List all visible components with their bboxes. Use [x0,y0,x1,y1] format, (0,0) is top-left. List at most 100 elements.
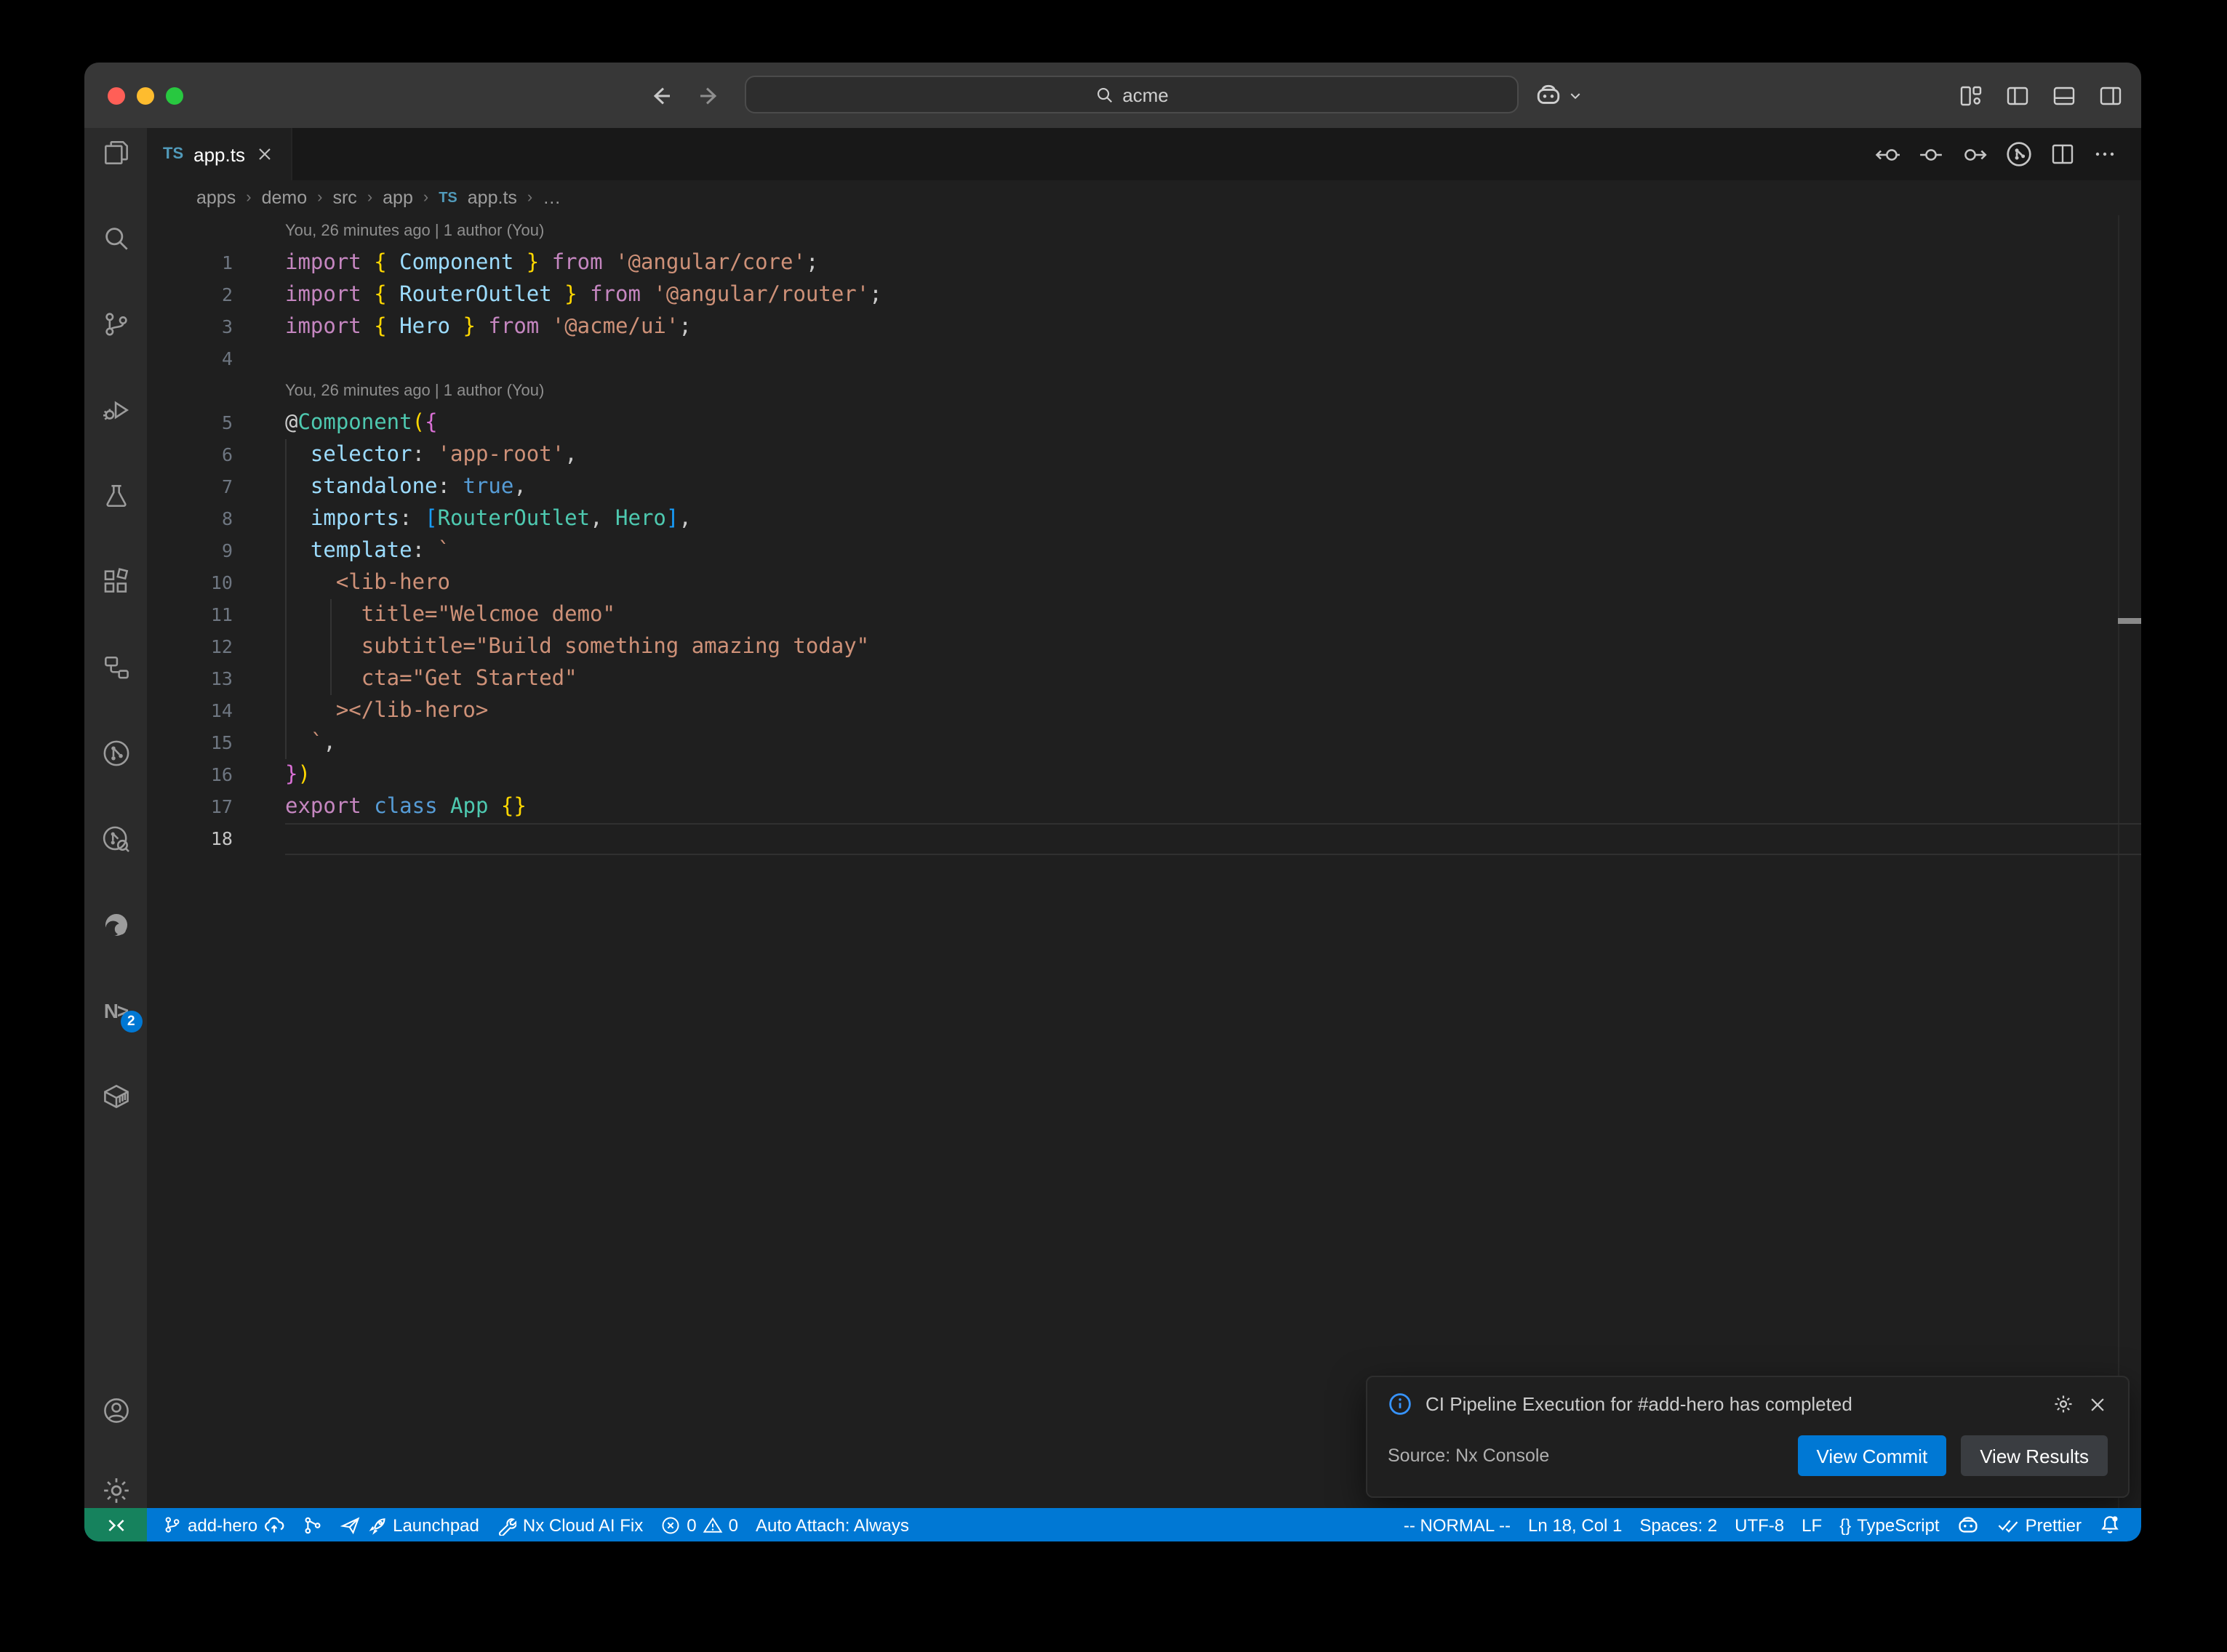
code-line[interactable]: 15 `, [147,727,2141,759]
sidebar-item-commit-search[interactable] [84,813,147,865]
zoom-window-button[interactable] [166,87,183,104]
code-text: @Component({ [233,407,438,439]
next-commit-icon[interactable] [1962,142,1987,167]
code-line[interactable]: 12 subtitle="Build something amazing tod… [147,631,2141,663]
history-nav [649,63,721,128]
gitlens-graph-icon[interactable] [2006,141,2032,167]
breadcrumb-item[interactable]: … [543,188,561,208]
sidebar-item-edge-tools[interactable] [84,899,147,951]
code-line[interactable]: 1import { Component } from '@angular/cor… [147,247,2141,279]
sidebar-item-source-control[interactable] [84,298,147,350]
sidebar-item-testing[interactable] [84,470,147,522]
sidebar-item-search[interactable] [84,212,147,265]
nx-cloud-status-item[interactable]: Nx Cloud AI Fix [488,1515,652,1535]
back-icon[interactable] [649,84,672,107]
previous-commit-icon[interactable] [1875,142,1900,167]
eol-status-item[interactable]: LF [1793,1515,1831,1535]
branch-name: add-hero [188,1515,257,1535]
remote-icon [105,1515,126,1535]
code-text: title="Welcmoe demo" [233,599,615,631]
code-line[interactable]: 3import { Hero } from '@acme/ui'; [147,311,2141,343]
code-line[interactable]: 8 imports: [RouterOutlet, Hero], [147,503,2141,535]
more-actions-icon[interactable] [2093,143,2116,166]
toggle-sidebar-right-icon[interactable] [2099,84,2122,107]
code-line[interactable]: 7 standalone: true, [147,471,2141,503]
sidebar-item-containers[interactable] [84,1070,147,1123]
cloud-upload-icon [263,1514,285,1536]
breadcrumb-separator: › [246,189,251,206]
code-line[interactable]: 16}) [147,759,2141,791]
indentation-status-item[interactable]: Spaces: 2 [1631,1515,1726,1535]
sidebar-item-explorer[interactable] [84,127,147,179]
blame-text: You, 26 minutes ago | 1 author (You) [233,215,544,247]
code-line[interactable]: 14 ></lib-hero> [147,695,2141,727]
code-text: import { Hero } from '@acme/ui'; [233,311,692,343]
split-editor-icon[interactable] [2051,143,2074,166]
activity-bar: N>2 [84,128,147,1508]
code-line[interactable]: 4 [147,343,2141,375]
vim-mode-status-item[interactable]: -- NORMAL -- [1395,1515,1519,1535]
copilot-menu[interactable] [1535,63,1583,128]
close-window-button[interactable] [108,87,125,104]
view-commit-button[interactable]: View Commit [1798,1435,1947,1476]
git-graph-icon [303,1515,323,1535]
beaker-icon [100,480,132,512]
prettier-status-item[interactable]: Prettier [1989,1514,2090,1536]
line-number: 7 [147,471,233,503]
sidebar-item-hierarchy[interactable] [84,641,147,694]
breadcrumb-item[interactable]: demo [262,188,308,208]
copilot-status-item[interactable] [1948,1513,1989,1536]
problems-status-item[interactable]: 0 0 [652,1515,747,1535]
cursor-position-status-item[interactable]: Ln 18, Col 1 [1519,1515,1631,1535]
code-line[interactable]: 11 title="Welcmoe demo" [147,599,2141,631]
tab-app-ts[interactable]: TS app.ts [147,128,293,180]
breadcrumb-item[interactable]: apps [196,188,236,208]
code-line[interactable]: 18 [147,823,2141,855]
auto-attach-status-item[interactable]: Auto Attach: Always [747,1515,918,1535]
branch-status-item[interactable]: add-hero [154,1514,294,1536]
copilot-icon [1535,81,1562,109]
code-line[interactable]: 13 cta="Get Started" [147,663,2141,695]
remote-indicator[interactable] [84,1508,147,1541]
sidebar-item-nx-console[interactable]: N>2 [84,985,147,1037]
code-line[interactable]: 9 template: ` [147,535,2141,567]
minimize-window-button[interactable] [137,87,154,104]
sidebar-item-run-debug[interactable] [84,384,147,436]
sidebar-item-extensions[interactable] [84,556,147,608]
launchpad-status-item[interactable]: Launchpad [332,1515,488,1535]
notification-settings-icon[interactable] [2052,1393,2074,1415]
sidebar-item-commit-graph[interactable] [84,727,147,779]
toggle-panel-icon[interactable] [2052,84,2076,107]
language-status-item[interactable]: {} TypeScript [1831,1515,1948,1535]
blame-annotation[interactable]: You, 26 minutes ago | 1 author (You) [147,375,2141,407]
code-line[interactable]: 5@Component({ [147,407,2141,439]
code-editor[interactable]: You, 26 minutes ago | 1 author (You)1imp… [147,215,2141,1508]
git-branch-icon [163,1515,182,1534]
breadcrumb-item[interactable]: app.ts [468,188,517,208]
account-button[interactable] [84,1384,147,1437]
notifications-bell-item[interactable] [2090,1514,2130,1536]
breadcrumb-item[interactable]: app [383,188,413,208]
code-line[interactable]: 6 selector: 'app-root', [147,439,2141,471]
graph-status-item[interactable] [294,1515,332,1535]
customize-layout-icon[interactable] [1959,84,1983,107]
breadcrumb[interactable]: apps›demo›src›app›TSapp.ts›… [147,180,2141,215]
extensions-icon [100,566,132,598]
commit-icon[interactable] [1919,142,1943,167]
command-center-search[interactable]: acme [745,76,1519,113]
view-results-button[interactable]: View Results [1961,1435,2108,1476]
close-tab-icon[interactable] [255,144,276,164]
code-line[interactable]: 2import { RouterOutlet } from '@angular/… [147,279,2141,311]
encoding-status-item[interactable]: UTF-8 [1726,1515,1793,1535]
code-line[interactable]: 17export class App {} [147,791,2141,823]
title-bar: acme [84,63,2141,128]
blame-annotation[interactable]: You, 26 minutes ago | 1 author (You) [147,215,2141,247]
toggle-sidebar-left-icon[interactable] [2006,84,2029,107]
code-text: import { RouterOutlet } from '@angular/r… [233,279,882,311]
code-text: ></lib-hero> [233,695,488,727]
notification-close-icon[interactable] [2087,1394,2108,1414]
breadcrumb-item[interactable]: src [332,188,356,208]
code-line[interactable]: 10 <lib-hero [147,567,2141,599]
forward-icon[interactable] [698,84,721,107]
double-check-icon [1998,1514,2020,1536]
